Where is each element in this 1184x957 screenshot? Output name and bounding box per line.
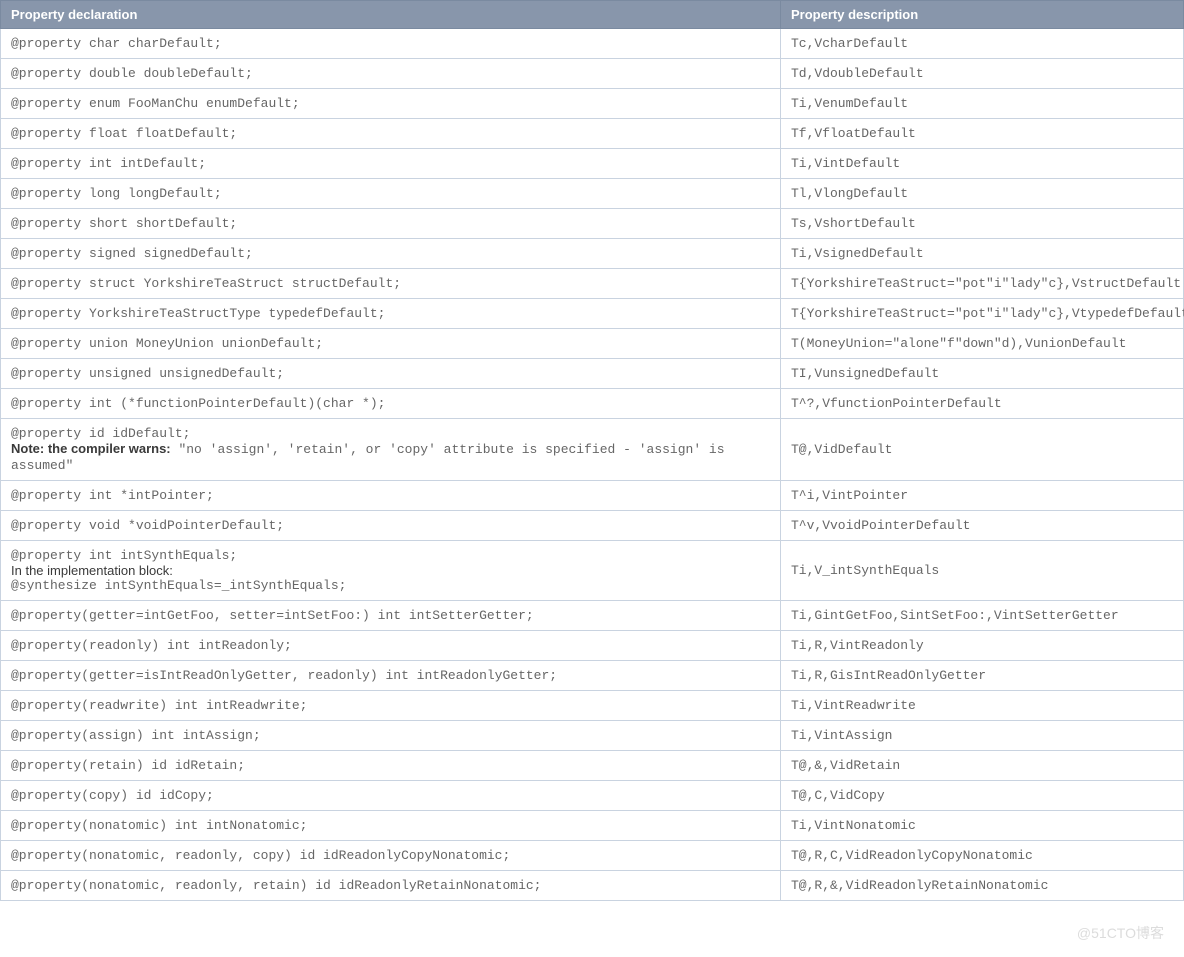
note-label: Note: the compiler warns:	[11, 441, 171, 456]
cell-declaration: @property int (*functionPointerDefault)(…	[1, 389, 781, 419]
cell-declaration: @property(retain) id idRetain;	[1, 751, 781, 781]
table-row: @property union MoneyUnion unionDefault;…	[1, 329, 1184, 359]
cell-description: Ts,VshortDefault	[781, 209, 1184, 239]
table-row: @property id idDefault;Note: the compile…	[1, 419, 1184, 481]
cell-declaration: @property int intSynthEquals;In the impl…	[1, 541, 781, 601]
table-row: @property unsigned unsignedDefault;TI,Vu…	[1, 359, 1184, 389]
table-row: @property struct YorkshireTeaStruct stru…	[1, 269, 1184, 299]
table-row: @property short shortDefault;Ts,VshortDe…	[1, 209, 1184, 239]
cell-description: Ti,VintNonatomic	[781, 811, 1184, 841]
declaration-code: @property id idDefault;	[11, 426, 770, 441]
property-encoding-table: Property declaration Property descriptio…	[0, 0, 1184, 901]
cell-description: T^v,VvoidPointerDefault	[781, 511, 1184, 541]
table-row: @property(assign) int intAssign;Ti,VintA…	[1, 721, 1184, 751]
cell-description: TI,VunsignedDefault	[781, 359, 1184, 389]
cell-description: T@,R,C,VidReadonlyCopyNonatomic	[781, 841, 1184, 871]
cell-declaration: @property id idDefault;Note: the compile…	[1, 419, 781, 481]
cell-declaration: @property(readonly) int intReadonly;	[1, 631, 781, 661]
table-row: @property int intDefault;Ti,VintDefault	[1, 149, 1184, 179]
table-row: @property(nonatomic) int intNonatomic;Ti…	[1, 811, 1184, 841]
cell-declaration: @property(nonatomic, readonly, retain) i…	[1, 871, 781, 901]
table-row: @property(nonatomic, readonly, copy) id …	[1, 841, 1184, 871]
cell-description: T{YorkshireTeaStruct="pot"i"lady"c},Vtyp…	[781, 299, 1184, 329]
table-row: @property signed signedDefault;Ti,Vsigne…	[1, 239, 1184, 269]
cell-description: Ti,R,GisIntReadOnlyGetter	[781, 661, 1184, 691]
table-row: @property(readonly) int intReadonly;Ti,R…	[1, 631, 1184, 661]
cell-description: Tl,VlongDefault	[781, 179, 1184, 209]
cell-declaration: @property char charDefault;	[1, 29, 781, 59]
table-row: @property double doubleDefault;Td,Vdoubl…	[1, 59, 1184, 89]
table-row: @property(getter=intGetFoo, setter=intSe…	[1, 601, 1184, 631]
cell-description: Ti,R,VintReadonly	[781, 631, 1184, 661]
cell-description: T(MoneyUnion="alone"f"down"d),VunionDefa…	[781, 329, 1184, 359]
table-row: @property(retain) id idRetain;T@,&,VidRe…	[1, 751, 1184, 781]
cell-declaration: @property enum FooManChu enumDefault;	[1, 89, 781, 119]
cell-declaration: @property unsigned unsignedDefault;	[1, 359, 781, 389]
cell-description: Tf,VfloatDefault	[781, 119, 1184, 149]
watermark: @51CTO博客	[1077, 923, 1164, 943]
table-row: @property(readwrite) int intReadwrite;Ti…	[1, 691, 1184, 721]
cell-declaration: @property(copy) id idCopy;	[1, 781, 781, 811]
header-description: Property description	[781, 1, 1184, 29]
cell-declaration: @property float floatDefault;	[1, 119, 781, 149]
table-row: @property void *voidPointerDefault;T^v,V…	[1, 511, 1184, 541]
cell-declaration: @property YorkshireTeaStructType typedef…	[1, 299, 781, 329]
cell-description: Ti,VenumDefault	[781, 89, 1184, 119]
cell-description: Tc,VcharDefault	[781, 29, 1184, 59]
table-row: @property long longDefault;Tl,VlongDefau…	[1, 179, 1184, 209]
cell-description: Ti,VintDefault	[781, 149, 1184, 179]
impl-note: In the implementation block:	[11, 563, 770, 578]
cell-declaration: @property struct YorkshireTeaStruct stru…	[1, 269, 781, 299]
table-row: @property enum FooManChu enumDefault;Ti,…	[1, 89, 1184, 119]
cell-declaration: @property int *intPointer;	[1, 481, 781, 511]
cell-declaration: @property(assign) int intAssign;	[1, 721, 781, 751]
cell-description: Ti,VsignedDefault	[781, 239, 1184, 269]
synthesize-code: @synthesize intSynthEquals=_intSynthEqua…	[11, 578, 770, 593]
cell-declaration: @property(readwrite) int intReadwrite;	[1, 691, 781, 721]
table-row: @property int (*functionPointerDefault)(…	[1, 389, 1184, 419]
table-row: @property int *intPointer;T^i,VintPointe…	[1, 481, 1184, 511]
cell-description: T@,&,VidRetain	[781, 751, 1184, 781]
cell-declaration: @property double doubleDefault;	[1, 59, 781, 89]
cell-declaration: @property long longDefault;	[1, 179, 781, 209]
table-row: @property(getter=isIntReadOnlyGetter, re…	[1, 661, 1184, 691]
cell-declaration: @property(nonatomic) int intNonatomic;	[1, 811, 781, 841]
cell-description: Td,VdoubleDefault	[781, 59, 1184, 89]
table-row: @property char charDefault;Tc,VcharDefau…	[1, 29, 1184, 59]
cell-description: T@,VidDefault	[781, 419, 1184, 481]
cell-declaration: @property int intDefault;	[1, 149, 781, 179]
cell-description: T@,R,&,VidReadonlyRetainNonatomic	[781, 871, 1184, 901]
table-row: @property(copy) id idCopy;T@,C,VidCopy	[1, 781, 1184, 811]
cell-description: Ti,V_intSynthEquals	[781, 541, 1184, 601]
header-declaration: Property declaration	[1, 1, 781, 29]
cell-declaration: @property void *voidPointerDefault;	[1, 511, 781, 541]
table-row: @property int intSynthEquals;In the impl…	[1, 541, 1184, 601]
cell-declaration: @property(getter=intGetFoo, setter=intSe…	[1, 601, 781, 631]
cell-declaration: @property(nonatomic, readonly, copy) id …	[1, 841, 781, 871]
cell-description: Ti,GintGetFoo,SintSetFoo:,VintSetterGett…	[781, 601, 1184, 631]
compiler-note: Note: the compiler warns: "no 'assign', …	[11, 441, 770, 473]
declaration-code: @property int intSynthEquals;	[11, 548, 770, 563]
cell-declaration: @property short shortDefault;	[1, 209, 781, 239]
table-row: @property YorkshireTeaStructType typedef…	[1, 299, 1184, 329]
table-row: @property(nonatomic, readonly, retain) i…	[1, 871, 1184, 901]
cell-declaration: @property(getter=isIntReadOnlyGetter, re…	[1, 661, 781, 691]
cell-description: T{YorkshireTeaStruct="pot"i"lady"c},Vstr…	[781, 269, 1184, 299]
cell-declaration: @property signed signedDefault;	[1, 239, 781, 269]
table-row: @property float floatDefault;Tf,VfloatDe…	[1, 119, 1184, 149]
cell-description: Ti,VintAssign	[781, 721, 1184, 751]
cell-description: T^?,VfunctionPointerDefault	[781, 389, 1184, 419]
cell-description: T^i,VintPointer	[781, 481, 1184, 511]
cell-description: Ti,VintReadwrite	[781, 691, 1184, 721]
cell-description: T@,C,VidCopy	[781, 781, 1184, 811]
cell-declaration: @property union MoneyUnion unionDefault;	[1, 329, 781, 359]
table-header-row: Property declaration Property descriptio…	[1, 1, 1184, 29]
